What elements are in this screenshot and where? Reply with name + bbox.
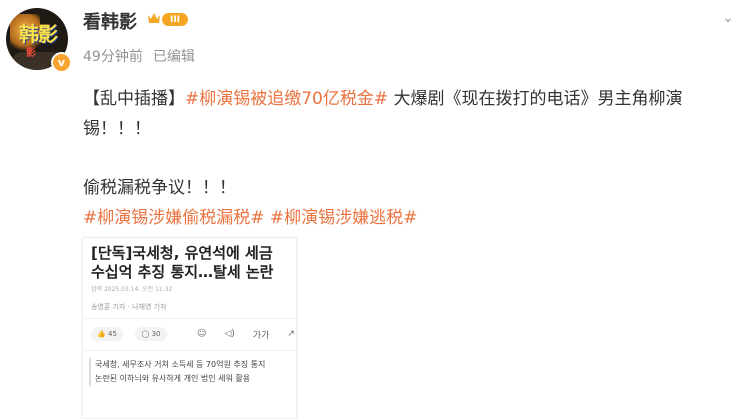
summary-line: 논란된 이하늬와 유사하게 개인 법인 세워 활용 [95, 374, 251, 383]
summary-line: 국세청, 세무조사 거쳐 소득세 등 70억원 추징 통지 [95, 360, 266, 369]
like-count: 45 [108, 330, 117, 338]
topic-link[interactable]: #柳演锡被追缴70亿税金# [185, 89, 388, 109]
level-badge[interactable]: III [162, 13, 188, 26]
comment-icon: ◯ [141, 330, 150, 338]
username[interactable]: 看韩影 [83, 8, 137, 34]
article-screenshot-image[interactable]: [단독]국세청, 유연석에 세금 수십억 추징 통지…탈세 논란 입력 2025… [82, 237, 297, 419]
topic-link[interactable]: #柳演锡涉嫌逃税# [270, 208, 418, 228]
verified-badge-icon: v [51, 52, 72, 73]
post-meta: 49分钟前 已编辑 [83, 46, 195, 66]
article-reporters: 송영훈 기자 · 나채영 기자 [91, 303, 167, 311]
avatar-logo-text: 韩影 [19, 22, 58, 46]
topic-link[interactable]: #柳演锡涉嫌偷税漏税# [83, 208, 265, 228]
post-text-line-2: 锡！！！ [83, 119, 151, 139]
crown-icon [148, 13, 160, 23]
article-summary: 국세청, 세무조사 거쳐 소득세 등 70억원 추징 통지 논란된 이하늬와 유… [89, 358, 295, 386]
divider [83, 350, 296, 351]
chevron-down-icon[interactable]: ⌄ [718, 10, 738, 30]
share-icon: ↗ [287, 329, 295, 339]
robot-icon: ☺ [197, 329, 207, 339]
divider [83, 318, 296, 319]
speaker-icon: ◁) [224, 329, 235, 339]
edited-label[interactable]: 已编辑 [153, 49, 195, 65]
thumbs-up-icon: 👍 [97, 330, 106, 338]
post-time[interactable]: 49分钟前 [83, 49, 143, 65]
tag-prefix: 【乱中插播】 [83, 89, 185, 109]
post-text-line-3: 偷税漏税争议！！！ [83, 178, 236, 198]
comment-count: 30 [151, 330, 161, 338]
font-size-icon: 가가 [252, 330, 270, 341]
avatar-logo-sub: 影 [26, 48, 36, 59]
like-pill: 👍 45 [91, 327, 123, 341]
article-date: 입력 2025.03.14. 오전 11:32 [91, 286, 173, 293]
post-text-line-1: 【乱中插播】#柳演锡被追缴70亿税金# 大爆剧《现在拨打的电话》男主角柳演 [83, 84, 683, 109]
text-segment: 大爆剧《现在拨打的电话》男主角柳演 [388, 89, 683, 109]
post-text-line-4: #柳演锡涉嫌偷税漏税# #柳演锡涉嫌逃税# [83, 203, 417, 228]
article-title: [단독]국세청, 유연석에 세금 수십억 추징 통지…탈세 논란 [91, 244, 274, 281]
comment-pill: ◯ 30 [135, 327, 167, 341]
article-toolbar: 👍 45 ◯ 30 ☺ ◁) 가가 ↗ [91, 327, 295, 341]
